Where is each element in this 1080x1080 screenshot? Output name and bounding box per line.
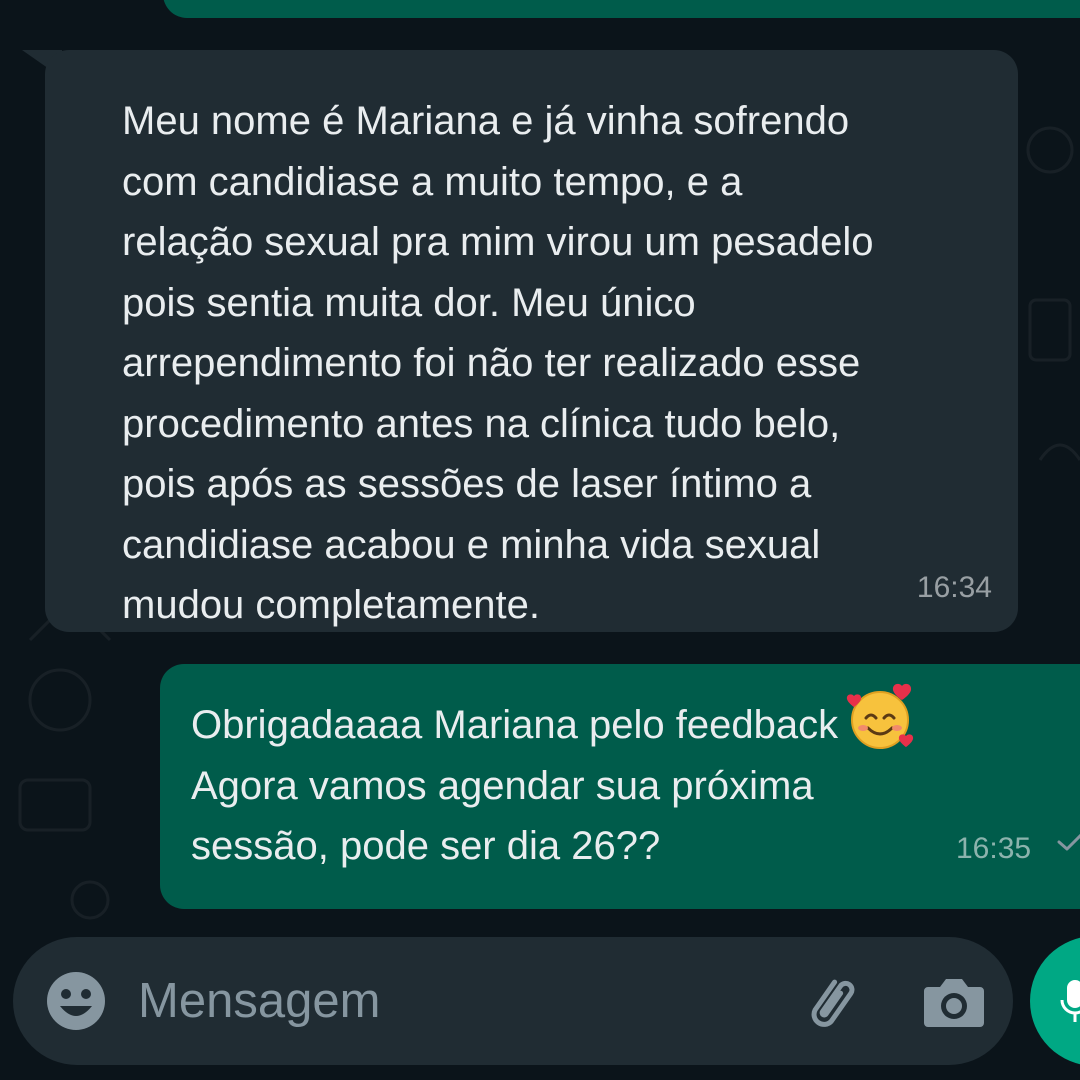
paperclip-icon[interactable] [798,969,864,1035]
message-line: com candidiase a muito tempo, e a [122,159,743,204]
mic-icon [1060,980,1080,1022]
message-line-text: Obrigadaaaa Mariana pelo feedback [191,703,839,747]
incoming-message-bubble[interactable]: Meu nome é Mariana e já vinha sofrendo c… [45,50,1018,632]
message-line: mudou completamente. [122,583,541,627]
message-line: candidiase acabou e minha vida sexual [122,522,821,567]
incoming-message-text: Meu nome é Mariana e já vinha sofrendo c… [122,91,1018,636]
outgoing-message-time: 16:35 [956,832,1032,865]
outgoing-message-text: Obrigadaaaa Mariana pelo feedback Agora … [191,684,1080,877]
sent-check-icon [1057,833,1080,851]
chat-screen: Meu nome é Mariana e já vinha sofrendo c… [0,0,1080,1080]
emoji-icon[interactable] [45,970,107,1032]
previous-message-bubble [163,0,1080,18]
message-line: arrependimento foi não ter realizado ess… [122,341,861,385]
message-composer [13,937,1013,1065]
outgoing-message-bubble[interactable]: Obrigadaaaa Mariana pelo feedback Agora … [160,664,1080,909]
message-line: Obrigadaaaa Mariana pelo feedback [191,684,1080,756]
message-line: procedimento antes na clínica tudo belo, [122,401,841,446]
message-line: relação sexual pra mim virou um pesadelo [122,220,874,264]
message-line: sessão, pode ser dia 26?? [191,824,661,868]
incoming-message-time: 16:34 [916,570,992,604]
message-line: pois sentia muita dor. Meu único [122,280,696,325]
message-line: pois após as sessões de laser íntimo a [122,462,812,506]
smiling-face-with-hearts-icon [846,684,914,750]
message-line: Meu nome é Mariana e já vinha sofrendo [122,99,850,143]
camera-icon[interactable] [922,971,986,1031]
message-input[interactable] [138,967,758,1035]
message-line: Agora vamos agendar sua próxima [191,763,814,808]
